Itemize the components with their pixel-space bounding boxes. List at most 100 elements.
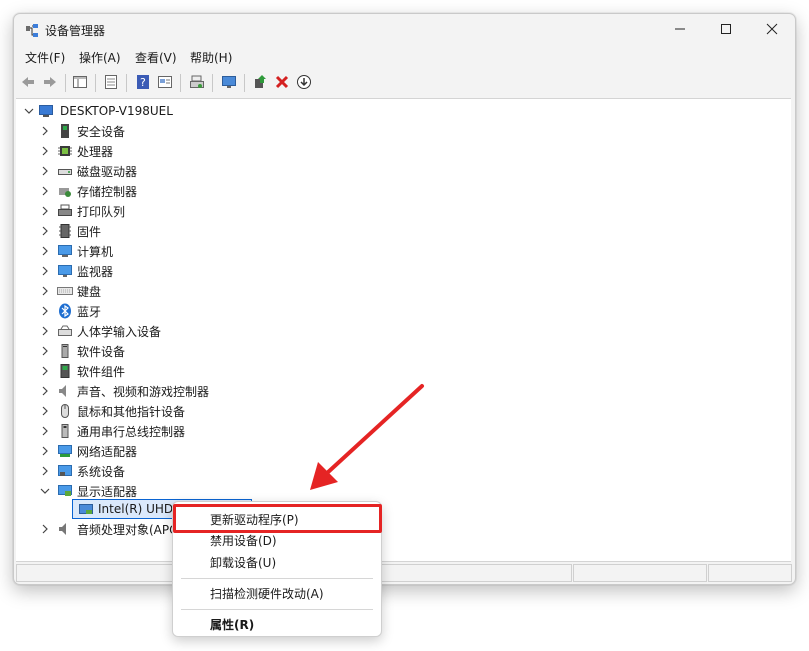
menu-separator xyxy=(181,578,373,579)
forward-arrow-icon xyxy=(42,74,58,93)
chevron-right-icon[interactable] xyxy=(40,366,50,376)
chevron-right-icon[interactable] xyxy=(40,326,50,336)
chevron-right-icon[interactable] xyxy=(40,246,50,256)
chevron-right-icon[interactable] xyxy=(40,166,50,176)
tree-category-printer[interactable]: 打印队列 xyxy=(40,201,125,221)
tree-category-label: 软件设备 xyxy=(77,344,126,359)
driver-details-icon xyxy=(103,74,119,93)
chevron-right-icon[interactable] xyxy=(40,426,50,436)
tree-root-label: DESKTOP-V198UEL xyxy=(60,104,173,118)
chevron-right-icon[interactable] xyxy=(40,346,50,356)
help-icon: ? xyxy=(135,74,151,93)
menu-item-label: 卸载设备(U) xyxy=(210,555,277,570)
tree-category-label: 声音、视频和游戏控制器 xyxy=(77,384,210,399)
tree-category-label: 鼠标和其他指针设备 xyxy=(77,404,186,419)
computer-root-icon xyxy=(38,103,54,119)
svg-text:?: ? xyxy=(140,76,146,89)
printer-icon xyxy=(57,203,73,219)
tree-category-firmware[interactable]: 固件 xyxy=(40,221,101,241)
uninstall-button[interactable] xyxy=(272,73,292,93)
tree-category-bluetooth[interactable]: 蓝牙 xyxy=(40,301,101,321)
tree-category-label: 系统设备 xyxy=(77,464,126,479)
chevron-right-icon[interactable] xyxy=(40,266,50,276)
scan-hardware-button[interactable] xyxy=(219,73,239,93)
tree-category-software-device[interactable]: 软件设备 xyxy=(40,341,125,361)
tree-category-label: 计算机 xyxy=(77,244,114,259)
chevron-right-icon[interactable] xyxy=(40,126,50,136)
chevron-right-icon[interactable] xyxy=(40,406,50,416)
tree-category-display-adapter[interactable]: 显示适配器 xyxy=(40,481,137,501)
chevron-right-icon[interactable] xyxy=(40,186,50,196)
tree-category-usb[interactable]: 通用串行总线控制器 xyxy=(40,421,185,441)
help-button[interactable]: ? xyxy=(133,73,153,93)
back-button[interactable] xyxy=(18,73,38,93)
chevron-down-icon[interactable] xyxy=(24,106,34,116)
chevron-right-icon[interactable] xyxy=(40,146,50,156)
minimize-icon xyxy=(674,23,686,38)
menu-file[interactable]: 文件(F) xyxy=(23,49,67,66)
menu-item-properties[interactable]: 属性(R) xyxy=(174,613,380,635)
chevron-down-icon[interactable] xyxy=(40,486,50,496)
tree-category-mouse[interactable]: 鼠标和其他指针设备 xyxy=(40,401,185,421)
tree-category-disk-drive[interactable]: 磁盘驱动器 xyxy=(40,161,137,181)
disk-drive-icon xyxy=(57,163,73,179)
chevron-right-icon[interactable] xyxy=(40,386,50,396)
menu-view[interactable]: 查看(V) xyxy=(133,49,179,66)
menu-item-uninstall-device[interactable]: 卸载设备(U) xyxy=(174,551,380,573)
tree-category-label: 蓝牙 xyxy=(77,304,102,319)
show-hidden-icon xyxy=(157,74,173,93)
chevron-right-icon[interactable] xyxy=(40,306,50,316)
tree-category-label: 打印队列 xyxy=(77,204,126,219)
disable-device-icon xyxy=(296,74,312,93)
menu-help[interactable]: 帮助(H) xyxy=(188,49,234,66)
menu-action[interactable]: 操作(A) xyxy=(77,49,123,66)
tree-category-software-component[interactable]: 软件组件 xyxy=(40,361,125,381)
tree-category-computer[interactable]: 计算机 xyxy=(40,241,113,261)
tree-category-storage-controller[interactable]: 存储控制器 xyxy=(40,181,137,201)
update-driver-button[interactable] xyxy=(250,73,270,93)
tree-category-processor[interactable]: 处理器 xyxy=(40,141,113,161)
chevron-right-icon[interactable] xyxy=(40,446,50,456)
window-title: 设备管理器 xyxy=(45,24,106,38)
chevron-right-icon[interactable] xyxy=(40,226,50,236)
printer-settings-button[interactable] xyxy=(187,73,207,93)
tree-category-hid[interactable]: 人体学输入设备 xyxy=(40,321,161,341)
tree-category-network-adapter[interactable]: 网络适配器 xyxy=(40,441,137,461)
selected-device-label: Intel(R) UHD xyxy=(98,502,174,516)
maximize-button[interactable] xyxy=(703,14,749,46)
chevron-right-icon[interactable] xyxy=(40,466,50,476)
mouse-icon xyxy=(57,403,73,419)
driver-details-button[interactable] xyxy=(101,73,121,93)
monitor-icon xyxy=(221,74,237,93)
maximize-icon xyxy=(720,23,732,38)
chevron-right-icon[interactable] xyxy=(40,524,50,534)
show-hidden-button[interactable] xyxy=(155,73,175,93)
software-component-icon xyxy=(57,363,73,379)
chevron-right-icon[interactable] xyxy=(40,286,50,296)
properties-pane-button[interactable] xyxy=(70,73,90,93)
tree-category-speaker[interactable]: 声音、视频和游戏控制器 xyxy=(40,381,209,401)
disable-device-button[interactable] xyxy=(294,73,314,93)
tree-category-system-device[interactable]: 系统设备 xyxy=(40,461,125,481)
tree-category-apo[interactable]: 音频处理对象(APO xyxy=(40,519,179,539)
menu-item-label: 禁用设备(D) xyxy=(210,533,277,548)
annotation-highlight-box xyxy=(173,504,382,533)
network-adapter-icon xyxy=(57,443,73,459)
storage-controller-icon xyxy=(57,183,73,199)
tree-root[interactable]: DESKTOP-V198UEL xyxy=(24,101,173,121)
usb-icon xyxy=(57,423,73,439)
tree-category-label: 音频处理对象(APO xyxy=(77,522,179,537)
chevron-right-icon[interactable] xyxy=(40,206,50,216)
tree-category-keyboard[interactable]: 键盘 xyxy=(40,281,101,301)
tree-category-security-device[interactable]: 安全设备 xyxy=(40,121,125,141)
forward-button[interactable] xyxy=(40,73,60,93)
tree-category-label: 键盘 xyxy=(77,284,102,299)
back-arrow-icon xyxy=(20,74,36,93)
menu-item-scan-hardware[interactable]: 扫描检测硬件改动(A) xyxy=(174,582,380,604)
minimize-button[interactable] xyxy=(657,14,703,46)
tree-category-monitor[interactable]: 监视器 xyxy=(40,261,113,281)
uninstall-x-icon xyxy=(274,74,290,93)
close-button[interactable] xyxy=(749,14,795,46)
tree-child-intel-uhd[interactable]: Intel(R) UHD xyxy=(78,499,173,519)
tree-category-label: 显示适配器 xyxy=(77,484,138,499)
